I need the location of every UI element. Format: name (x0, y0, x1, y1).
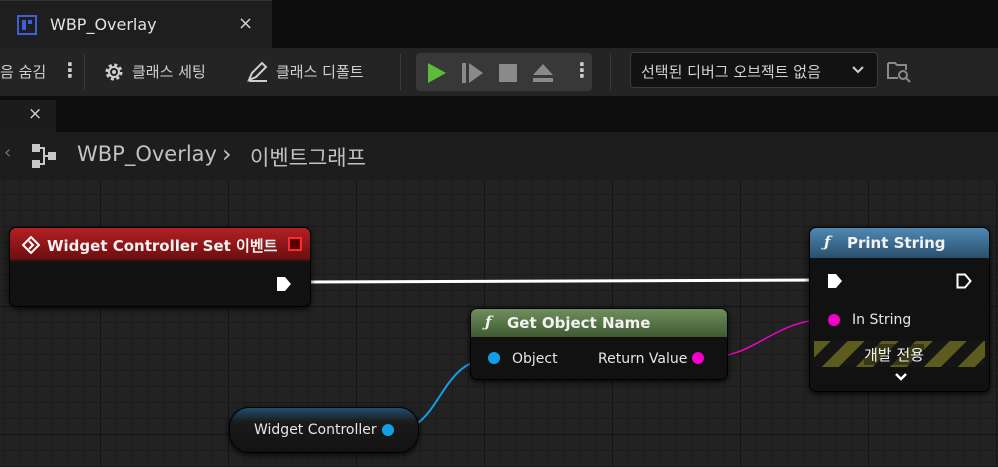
stop-icon[interactable] (496, 61, 520, 85)
back-arrow-icon[interactable]: ‹ (4, 142, 11, 163)
print-string-node[interactable]: ƒ Print String In String 개발 전용 (809, 227, 990, 392)
return-value-pin-label: Return Value (598, 351, 688, 367)
get-object-name-title: Get Object Name (507, 314, 651, 332)
event-node-title: Widget Controller Set 이벤트 (47, 237, 278, 255)
object-pin-label: Object (512, 351, 558, 367)
document-tab-title: WBP_Overlay (50, 15, 157, 34)
breadcrumb-blueprint[interactable]: WBP_Overlay (77, 142, 217, 166)
exec-in-pin[interactable] (827, 273, 843, 289)
event-node-header: Widget Controller Set 이벤트 (10, 228, 310, 262)
widget-controller-label: Widget Controller (254, 422, 377, 438)
graph-icon (32, 144, 56, 168)
widget-controller-out-pin[interactable] (382, 424, 394, 436)
blueprint-toolbar: 음 숨김 ⋮ 클래스 세팅 클래스 디폴트 ⋮ 선택된 디버그 오브젝트 없음 (0, 48, 998, 96)
development-only-label: 개발 전용 (864, 344, 924, 365)
print-string-title: Print String (847, 234, 946, 252)
return-value-pin[interactable] (692, 352, 704, 364)
event-stop-icon (288, 237, 302, 251)
play-controls: ⋮ (416, 53, 592, 91)
get-object-name-node[interactable]: ƒ Get Object Name Object Return Value (470, 308, 728, 380)
document-tab[interactable]: WBP_Overlay × (0, 0, 272, 49)
find-debug-object-icon[interactable] (886, 58, 912, 84)
class-defaults-label: 클래스 디폴트 (276, 63, 364, 81)
print-string-header: ƒ Print String (810, 228, 989, 258)
exec-out-pin[interactable] (276, 276, 292, 292)
toolbar-divider (400, 54, 401, 90)
more-options-icon[interactable]: ⋮ (60, 58, 80, 82)
play-icon[interactable] (424, 61, 448, 85)
step-icon[interactable] (460, 61, 484, 85)
event-node[interactable]: Widget Controller Set 이벤트 (9, 227, 311, 307)
event-icon (22, 236, 40, 254)
event-graph-canvas[interactable]: Widget Controller Set 이벤트 ƒ Get Object N… (0, 180, 998, 467)
breadcrumb: ‹ WBP_Overlay › 이벤트그래프 (0, 132, 998, 180)
development-only-banner: 개발 전용 (814, 341, 985, 367)
eject-icon[interactable] (530, 61, 556, 85)
close-tab-button[interactable]: × (238, 13, 253, 34)
toolbar-divider (610, 54, 611, 90)
class-defaults-button[interactable]: 클래스 디폴트 (246, 48, 382, 96)
class-settings-label: 클래스 세팅 (132, 63, 206, 81)
in-string-pin-label: In String (852, 312, 912, 328)
close-graph-tab-button[interactable]: × (28, 104, 42, 124)
function-icon: ƒ (824, 233, 831, 251)
expand-chevron-icon[interactable] (894, 372, 908, 382)
breadcrumb-separator: › (222, 140, 232, 168)
get-object-name-header: ƒ Get Object Name (471, 309, 727, 337)
graph-tab-bar (0, 96, 998, 132)
graph-tab[interactable]: × (0, 100, 56, 132)
function-icon: ƒ (485, 313, 492, 331)
play-options-icon[interactable]: ⋮ (572, 58, 592, 82)
gear-icon (105, 63, 123, 81)
widget-controller-variable-node[interactable]: Widget Controller (229, 407, 419, 453)
hide-unrelated-button[interactable]: 음 숨김 (0, 61, 46, 82)
debug-object-dropdown[interactable]: 선택된 디버그 오브젝트 없음 (630, 52, 878, 88)
object-input-pin[interactable] (488, 352, 500, 364)
exec-out-pin[interactable] (956, 273, 972, 289)
debug-object-value: 선택된 디버그 오브젝트 없음 (641, 63, 821, 81)
breadcrumb-event-graph[interactable]: 이벤트그래프 (250, 142, 366, 172)
class-settings-button[interactable]: 클래스 세팅 (102, 48, 232, 96)
widget-blueprint-icon (17, 15, 37, 35)
exec-wire (299, 278, 827, 284)
in-string-pin[interactable] (828, 314, 840, 326)
chevron-down-icon (852, 66, 864, 74)
toolbar-divider (84, 54, 85, 90)
edit-defaults-icon (247, 61, 268, 82)
